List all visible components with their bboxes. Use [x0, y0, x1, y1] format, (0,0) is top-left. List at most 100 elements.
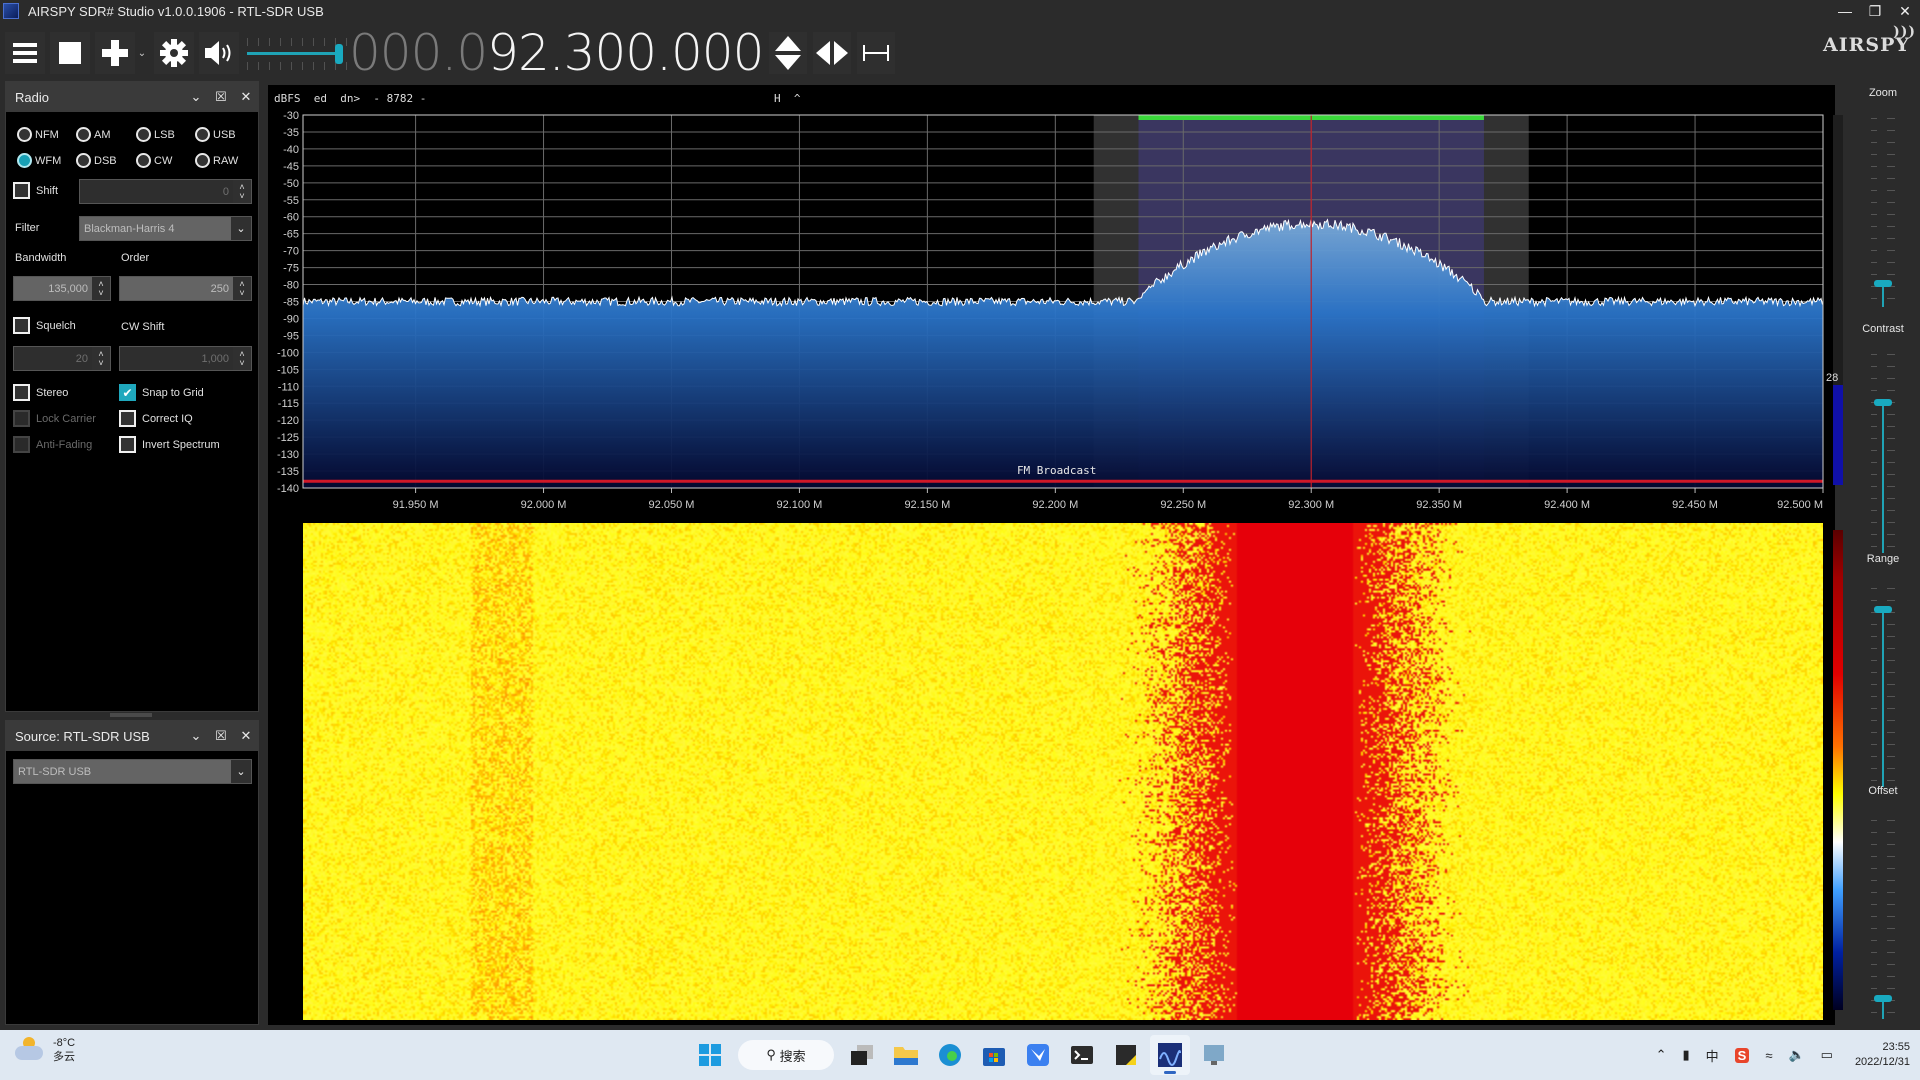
- edge-button[interactable]: [930, 1035, 970, 1075]
- feishu-button[interactable]: [1018, 1035, 1058, 1075]
- chevron-down-icon[interactable]: ⌄: [231, 760, 251, 783]
- span-button[interactable]: [857, 32, 896, 74]
- mode-radio-am[interactable]: AM: [76, 127, 111, 142]
- add-button[interactable]: [95, 32, 135, 74]
- sdrsharp-taskbar-button[interactable]: [1150, 1035, 1190, 1075]
- stereo-checkbox[interactable]: Stereo: [13, 384, 68, 401]
- y-tick-label: -60: [283, 212, 299, 224]
- chevron-up-icon[interactable]: ⌃: [1656, 1047, 1667, 1063]
- collapse-icon[interactable]: ⌄: [190, 89, 202, 105]
- shift-input[interactable]: 0 ˄ ˅: [79, 179, 252, 204]
- control-panel-button[interactable]: [1194, 1035, 1234, 1075]
- sticky-notes-button[interactable]: [1106, 1035, 1146, 1075]
- contrast-slider-thumb[interactable]: [1874, 398, 1892, 406]
- wifi-icon[interactable]: ≈: [1765, 1048, 1772, 1063]
- settings-button[interactable]: [154, 32, 194, 74]
- radio-button[interactable]: [17, 153, 32, 168]
- task-view-icon: [851, 1045, 873, 1065]
- mode-radio-raw[interactable]: RAW: [195, 153, 238, 168]
- spectrum-area[interactable]: dBFS ed dn> - 8782 - H ^ -30 -35 -40 -45 -50…: [268, 85, 1843, 1025]
- cw-shift-spinner[interactable]: ˄ ˅: [233, 347, 251, 370]
- device-select[interactable]: RTL-SDR USB ⌄: [13, 759, 252, 784]
- bandwidth-input[interactable]: 135,000 ˄ ˅: [13, 276, 111, 301]
- zoom-slider[interactable]: [1871, 107, 1895, 307]
- usb-icon[interactable]: ▮: [1682, 1047, 1689, 1063]
- squelch-checkbox[interactable]: Squelch: [13, 317, 76, 334]
- mode-radio-usb[interactable]: USB: [195, 127, 236, 142]
- restore-button[interactable]: ❐: [1860, 0, 1890, 22]
- radio-button[interactable]: [136, 127, 151, 142]
- range-slider-thumb[interactable]: [1874, 605, 1892, 613]
- cw-shift-input[interactable]: 1,000 ˄ ˅: [119, 346, 252, 371]
- sogou-icon[interactable]: S: [1734, 1047, 1750, 1063]
- volume-icon[interactable]: 🔈: [1788, 1047, 1804, 1063]
- snap-to-grid-checkbox[interactable]: ✔ Snap to Grid: [119, 384, 204, 401]
- pin-icon[interactable]: ☒: [215, 728, 227, 744]
- invert-spectrum-checkbox[interactable]: Invert Spectrum: [119, 436, 220, 453]
- minimize-button[interactable]: —: [1830, 0, 1860, 22]
- stereo-checkbox-box[interactable]: [13, 384, 30, 401]
- mode-radio-nfm[interactable]: NFM: [17, 127, 59, 142]
- waterfall-display[interactable]: [303, 523, 1823, 1020]
- squelch-input[interactable]: 20 ˄ ˅: [13, 346, 111, 371]
- spectrum-plot[interactable]: -30 -35 -40 -45 -50 -55 -60 -65 -70 -75 -80 -85 -90 -…: [268, 105, 1828, 520]
- close-panel-icon[interactable]: ✕: [240, 89, 252, 105]
- bandwidth-spinner[interactable]: ˄ ˅: [92, 277, 110, 300]
- radio-button[interactable]: [195, 127, 210, 142]
- frequency-digits-leading[interactable]: 000.0: [349, 28, 488, 78]
- mode-radio-wfm[interactable]: WFM: [17, 153, 61, 168]
- clock[interactable]: 23:55 2022/12/31: [1855, 1040, 1910, 1070]
- squelch-spinner[interactable]: ˄ ˅: [92, 347, 110, 370]
- shift-checkbox[interactable]: Shift: [13, 182, 58, 199]
- mode-radio-cw[interactable]: CW: [136, 153, 172, 168]
- zoom-slider-thumb[interactable]: [1874, 280, 1892, 287]
- mode-radio-lsb[interactable]: LSB: [136, 127, 175, 142]
- menu-button[interactable]: [5, 32, 45, 74]
- close-button[interactable]: ✕: [1890, 0, 1920, 22]
- terminal-button[interactable]: [1062, 1035, 1102, 1075]
- store-button[interactable]: [974, 1035, 1014, 1075]
- frequency-display[interactable]: 000.0 92.300.000: [349, 28, 764, 78]
- task-view-button[interactable]: [842, 1035, 882, 1075]
- invert-spectrum-checkbox-box[interactable]: [119, 436, 136, 453]
- pin-icon[interactable]: ☒: [215, 89, 227, 105]
- mode-radio-dsb[interactable]: DSB: [76, 153, 117, 168]
- tune-step-button[interactable]: [769, 32, 808, 74]
- file-explorer-button[interactable]: [886, 1035, 926, 1075]
- frequency-digits[interactable]: 92.300.000: [487, 28, 764, 78]
- shift-checkbox-box[interactable]: [13, 182, 30, 199]
- add-dropdown-icon[interactable]: ⌄: [135, 32, 149, 74]
- taskbar-search[interactable]: ⚲ 搜索: [738, 1040, 834, 1070]
- panel-splitter[interactable]: [110, 713, 152, 717]
- correct-iq-checkbox[interactable]: Correct IQ: [119, 410, 193, 427]
- volume-thumb[interactable]: [335, 44, 344, 64]
- ime-indicator[interactable]: 中: [1706, 1046, 1719, 1065]
- volume-slider[interactable]: [247, 32, 347, 74]
- offset-slider-thumb[interactable]: [1874, 995, 1892, 1002]
- start-button[interactable]: [690, 1035, 730, 1075]
- audio-button[interactable]: [199, 32, 239, 74]
- radio-panel: Radio ⌄ ☒ ✕ NFM AM LSB USB WFM DSB CW RAW Shift…: [5, 81, 259, 712]
- offset-slider[interactable]: [1871, 809, 1895, 1019]
- radio-button[interactable]: [17, 127, 32, 142]
- radio-button[interactable]: [195, 153, 210, 168]
- collapse-icon[interactable]: ⌄: [190, 728, 202, 744]
- correct-iq-checkbox-box[interactable]: [119, 410, 136, 427]
- range-slider[interactable]: [1871, 577, 1895, 787]
- order-input[interactable]: 250 ˄ ˅: [119, 276, 252, 301]
- stop-button[interactable]: [50, 32, 90, 74]
- shift-spinner[interactable]: ˄ ˅: [233, 180, 251, 203]
- radio-button[interactable]: [76, 127, 91, 142]
- squelch-checkbox-box[interactable]: [13, 317, 30, 334]
- order-spinner[interactable]: ˄ ˅: [233, 277, 251, 300]
- center-tune-button[interactable]: [813, 32, 852, 74]
- chevron-down-icon[interactable]: ⌄: [231, 217, 251, 240]
- filter-select[interactable]: Blackman-Harris 4 ⌄: [79, 216, 252, 241]
- checkmark-icon[interactable]: ✔: [119, 384, 136, 401]
- close-panel-icon[interactable]: ✕: [240, 728, 252, 744]
- radio-button[interactable]: [76, 153, 91, 168]
- battery-icon[interactable]: ▭: [1821, 1047, 1833, 1063]
- weather-widget[interactable]: -8°C 多云: [15, 1036, 75, 1064]
- radio-button[interactable]: [136, 153, 151, 168]
- contrast-slider[interactable]: [1871, 343, 1895, 553]
